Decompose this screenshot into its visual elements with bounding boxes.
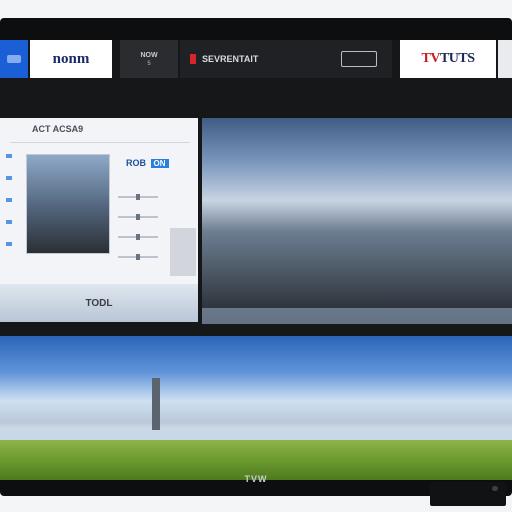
indicator-icon	[6, 220, 12, 224]
indicator-icon	[6, 176, 12, 180]
setting-slider[interactable]	[118, 234, 158, 240]
app-tile-blue[interactable]	[0, 40, 28, 78]
power-led-icon	[492, 486, 498, 491]
indicator-icon	[6, 198, 12, 202]
app-tile-sublabel: 5	[147, 60, 151, 67]
side-indicators	[6, 154, 12, 264]
tv-screen: nonm NOW 5 SEVRENTAIT TVTUTS ACT ACSA9	[0, 40, 512, 480]
app-tile-featured[interactable]: SEVRENTAIT	[180, 40, 326, 78]
app-tile-label: SEVRENTAIT	[202, 54, 259, 64]
input-source-icon	[341, 51, 377, 67]
app-tile-label-red: TV	[421, 51, 440, 66]
preview-thumbnail[interactable]	[26, 154, 110, 254]
setting-label: ROB ON	[126, 158, 169, 168]
video-progress-bar	[202, 308, 512, 324]
app-icon	[7, 55, 21, 63]
app-tile-now[interactable]: NOW 5	[120, 40, 178, 78]
lake-image	[0, 430, 512, 440]
app-tile-input[interactable]	[326, 40, 392, 78]
panel-footer-label: TODL	[85, 297, 113, 309]
setting-slider[interactable]	[118, 194, 158, 200]
indicator-icon	[6, 242, 12, 246]
app-tile-label: nonm	[52, 50, 90, 67]
app-tile-nonm[interactable]: nonm	[30, 40, 112, 78]
setting-slider[interactable]	[118, 254, 158, 260]
setting-toggle[interactable]: ON	[150, 159, 169, 168]
setting-slider[interactable]	[118, 214, 158, 220]
indicator-icon	[6, 154, 12, 158]
brand-mark-icon	[190, 54, 196, 64]
app-tile-label-dark: TUTS	[439, 51, 475, 66]
panel-heading: ACT ACSA9	[32, 124, 84, 134]
divider	[10, 142, 190, 143]
television-frame: nonm NOW 5 SEVRENTAIT TVTUTS ACT ACSA9	[0, 18, 512, 496]
setting-label-text: ROB	[126, 158, 146, 168]
app-tile-label: NOW	[140, 51, 158, 59]
app-tile-tvtuts[interactable]: TV TUTS	[400, 40, 496, 78]
app-tile-partial[interactable]	[498, 40, 512, 78]
settings-panel: ACT ACSA9 ROB ON TODL	[0, 118, 198, 322]
wallpaper-landscape	[0, 336, 512, 480]
side-card	[170, 228, 196, 276]
video-preview[interactable]	[202, 118, 512, 324]
tv-stand	[430, 482, 506, 506]
app-tile-row: nonm NOW 5 SEVRENTAIT TV TUTS	[0, 40, 512, 96]
panel-footer: TODL	[0, 284, 198, 322]
